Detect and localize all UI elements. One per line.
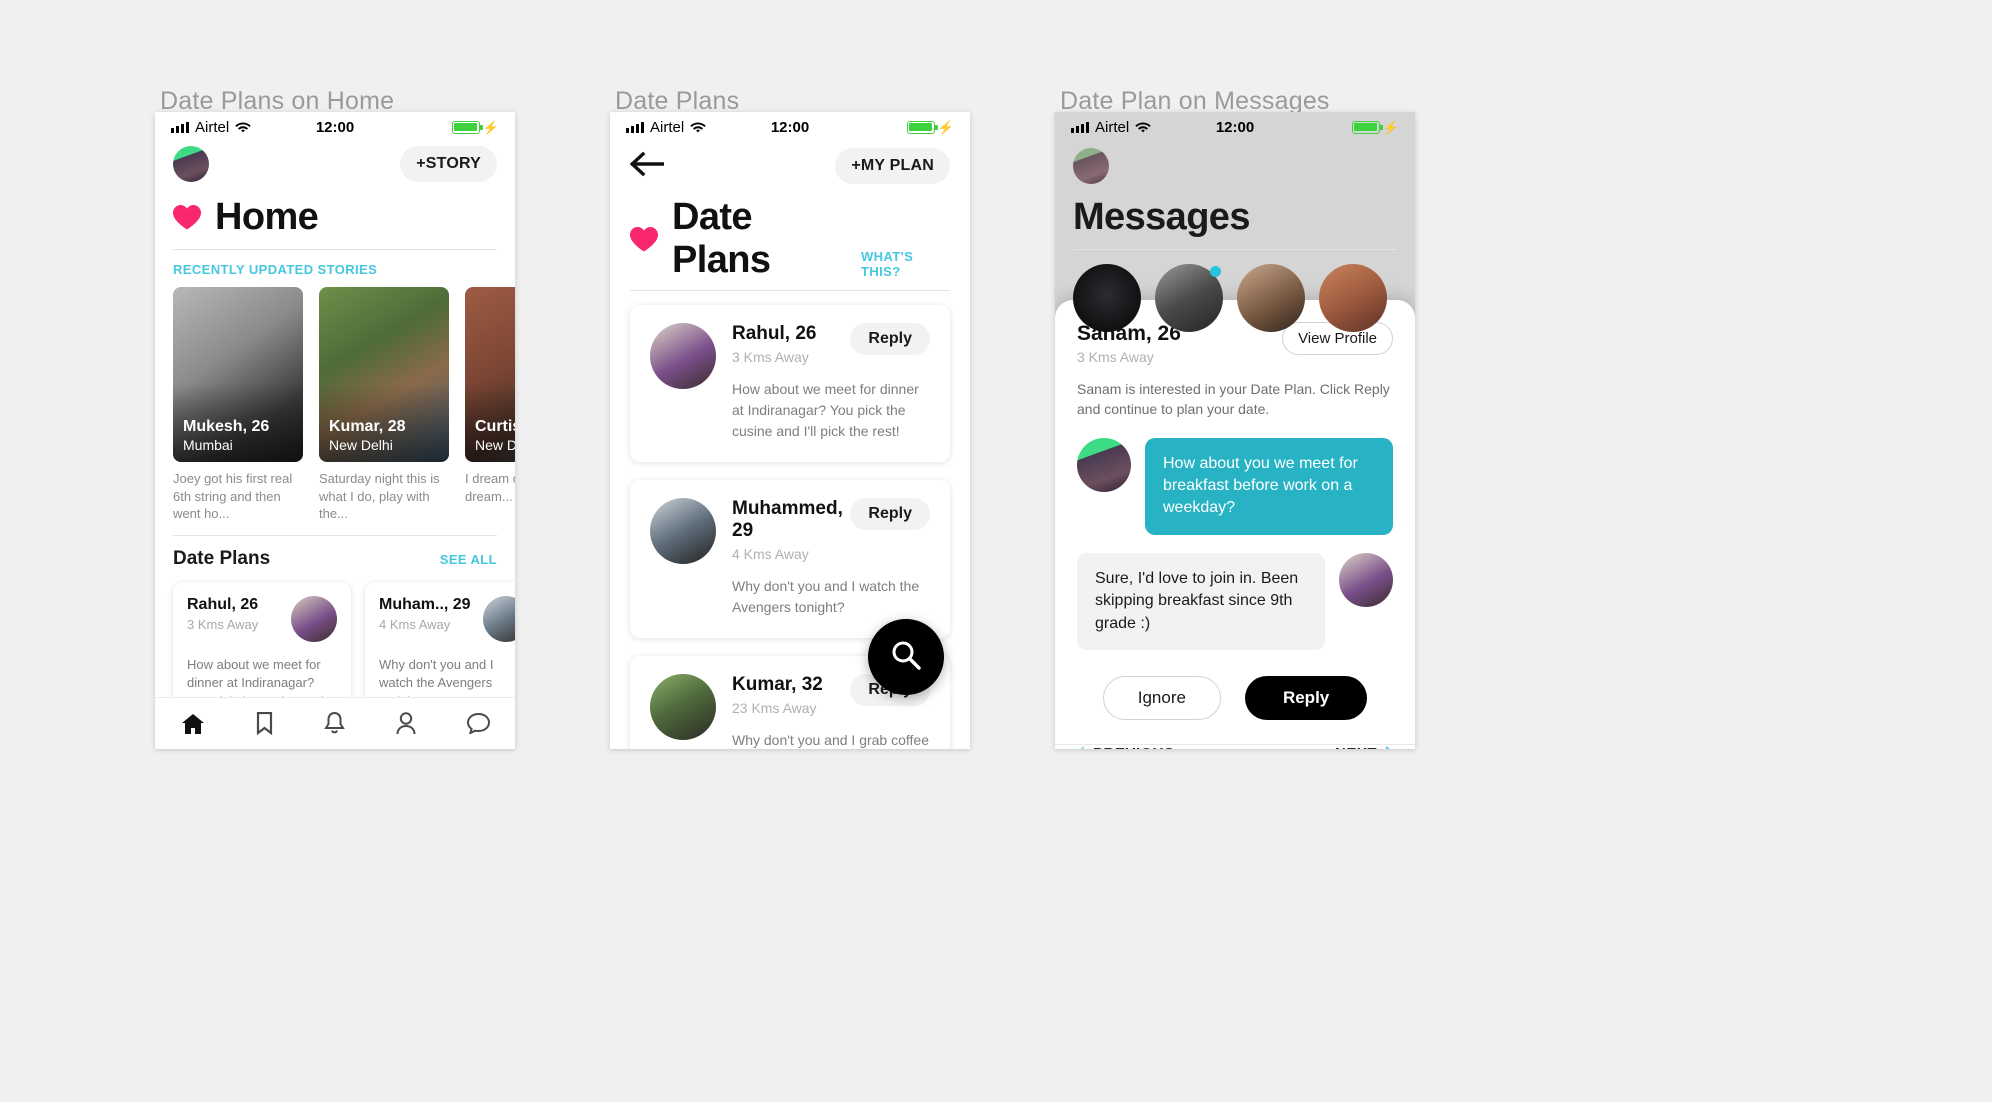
avatar — [483, 595, 515, 642]
plan-message: How about we meet for dinner at Indirana… — [732, 381, 919, 439]
story-circle-1[interactable] — [1073, 264, 1141, 332]
page-title: Date Plans — [672, 196, 771, 281]
sheet-person-distance: 3 Kms Away — [1077, 349, 1154, 365]
avatar — [650, 498, 716, 564]
status-bar: Airtel 12:00 ⚡ — [610, 112, 970, 142]
avatar — [650, 323, 716, 389]
triangle-left-icon — [1075, 746, 1084, 749]
previous-button[interactable]: PREVIOUS — [1075, 745, 1175, 749]
page-title: Messages — [1073, 196, 1250, 238]
plan-name: Rahul, 26 — [732, 323, 817, 344]
sheet-description: Sanam is interested in your Date Plan. C… — [1077, 381, 1390, 418]
see-all-link[interactable]: SEE ALL — [440, 552, 497, 567]
plan-name: Muhammed, 29 — [732, 498, 843, 541]
stories-carousel[interactable]: Mukesh, 26 Mumbai Joey got his first rea… — [173, 287, 515, 523]
recently-updated-stories-label: RECENTLY UPDATED STORIES — [173, 262, 378, 277]
previous-label: PREVIOUS — [1093, 745, 1175, 749]
plan-distance: 23 Kms Away — [732, 700, 817, 716]
story-image: Mukesh, 26 Mumbai — [173, 287, 303, 462]
plan-distance: 4 Kms Away — [732, 546, 809, 562]
story-city: New Delhi — [329, 436, 393, 453]
message-bubble: Sure, I'd love to join in. Been skipping… — [1077, 552, 1325, 650]
plan-distance: 3 Kms Away — [732, 349, 809, 365]
story-name: Kumar, 28 — [329, 418, 406, 436]
divider — [1073, 249, 1397, 250]
user-avatar[interactable] — [1073, 148, 1109, 184]
sheet-pagination[interactable]: PREVIOUS NEXT — [1055, 743, 1415, 749]
story-city: Mumbai — [183, 436, 233, 453]
date-plan-distance: 4 Kms Away — [379, 616, 451, 632]
heart-icon — [630, 226, 658, 252]
story-circle-3[interactable] — [1237, 264, 1305, 332]
search-icon — [890, 639, 922, 676]
story-circle-4[interactable] — [1319, 264, 1387, 332]
story-city: New Delhi — [475, 436, 515, 453]
date-plans-heading: Date Plans — [173, 547, 271, 569]
whats-this-link[interactable]: WHAT'S THIS? — [861, 249, 950, 282]
story-caption: I dream of Ca... then I dream... — [465, 471, 515, 504]
story-image: Kumar, 28 New Delhi — [319, 287, 449, 462]
message-row-incoming: How about you we meet for breakfast befo… — [1077, 437, 1393, 535]
triangle-right-icon — [1386, 746, 1395, 749]
back-arrow-icon[interactable] — [629, 151, 666, 182]
plan-message: Why don't you and I grab coffee on Monda… — [732, 732, 929, 748]
story-image: Curtis, 31 New Delhi — [465, 287, 515, 462]
date-plan-sheet: Sanam, 26 3 Kms Away View Profile Sanam … — [1055, 300, 1415, 749]
sheet-action-buttons[interactable]: Ignore Reply — [1077, 650, 1393, 744]
story-card[interactable]: Curtis, 31 New Delhi I dream of Ca... th… — [465, 287, 515, 523]
avatar — [650, 674, 716, 740]
avatar — [1077, 437, 1131, 492]
status-bar: Airtel 12:00 ⚡ — [1055, 112, 1415, 142]
status-bar: Airtel 12:00 ⚡ — [155, 112, 515, 142]
bottom-tab-bar[interactable] — [155, 697, 515, 749]
story-card[interactable]: Mukesh, 26 Mumbai Joey got his first rea… — [173, 287, 303, 523]
date-plan-distance: 3 Kms Away — [187, 616, 259, 632]
canvas: Date Plans on Home Airtel 12:00 ⚡ +STORY — [0, 0, 1992, 1102]
plan-row[interactable]: Muhammed, 29 4 Kms Away Reply Why don't … — [630, 480, 950, 638]
reply-button[interactable]: Reply — [1244, 675, 1368, 720]
phone-home: Airtel 12:00 ⚡ +STORY Home RECENTLY UPDA… — [155, 112, 515, 749]
search-fab[interactable] — [868, 619, 944, 695]
plan-name: Kumar, 32 — [732, 674, 823, 695]
plan-row[interactable]: Rahul, 26 3 Kms Away Reply How about we … — [630, 305, 950, 462]
bookmark-icon[interactable] — [256, 712, 273, 735]
phone-messages: Airtel 12:00 ⚡ Messages Sanam, 26 3 Kms … — [1055, 112, 1415, 749]
chat-icon[interactable] — [466, 713, 490, 734]
battery-icon — [906, 120, 938, 134]
story-name: Curtis, 31 — [475, 418, 515, 436]
phone-date-plans: Airtel 12:00 ⚡ +MY PLAN Date Plans WHAT'… — [610, 112, 970, 749]
avatar — [1339, 552, 1393, 607]
ignore-button[interactable]: Ignore — [1102, 675, 1221, 720]
battery-icon — [1351, 120, 1383, 134]
reply-button[interactable]: Reply — [850, 323, 930, 355]
date-plan-name: Rahul, 26 — [187, 595, 259, 613]
date-plan-name: Muham.., 29 — [379, 595, 471, 613]
message-bubble: How about you we meet for breakfast befo… — [1145, 437, 1393, 535]
user-avatar[interactable] — [173, 146, 209, 182]
heart-icon — [173, 205, 201, 230]
reply-button[interactable]: Reply — [850, 498, 930, 530]
message-row-outgoing: Sure, I'd love to join in. Been skipping… — [1077, 552, 1393, 650]
story-card[interactable]: Kumar, 28 New Delhi Saturday night this … — [319, 287, 449, 523]
unread-dot — [1210, 266, 1221, 277]
person-icon[interactable] — [396, 712, 416, 735]
next-button[interactable]: NEXT — [1335, 745, 1395, 749]
story-caption: Saturday night this is what I do, play w… — [319, 471, 440, 522]
story-circle-2[interactable] — [1155, 264, 1223, 332]
bell-icon[interactable] — [323, 712, 345, 735]
avatar — [291, 595, 337, 642]
battery-icon — [451, 120, 483, 134]
divider — [173, 534, 497, 536]
next-label: NEXT — [1335, 745, 1377, 749]
home-icon[interactable] — [181, 713, 205, 735]
page-title: Home — [215, 196, 319, 238]
story-name: Mukesh, 26 — [183, 418, 270, 436]
plan-message: Why don't you and I watch the Avengers t… — [732, 578, 920, 615]
divider — [173, 249, 497, 250]
message-story-circles[interactable] — [1073, 264, 1397, 332]
story-caption: Joey got his first real 6th string and t… — [173, 471, 293, 522]
add-my-plan-button[interactable]: +MY PLAN — [835, 148, 950, 184]
add-story-button[interactable]: +STORY — [400, 146, 497, 182]
